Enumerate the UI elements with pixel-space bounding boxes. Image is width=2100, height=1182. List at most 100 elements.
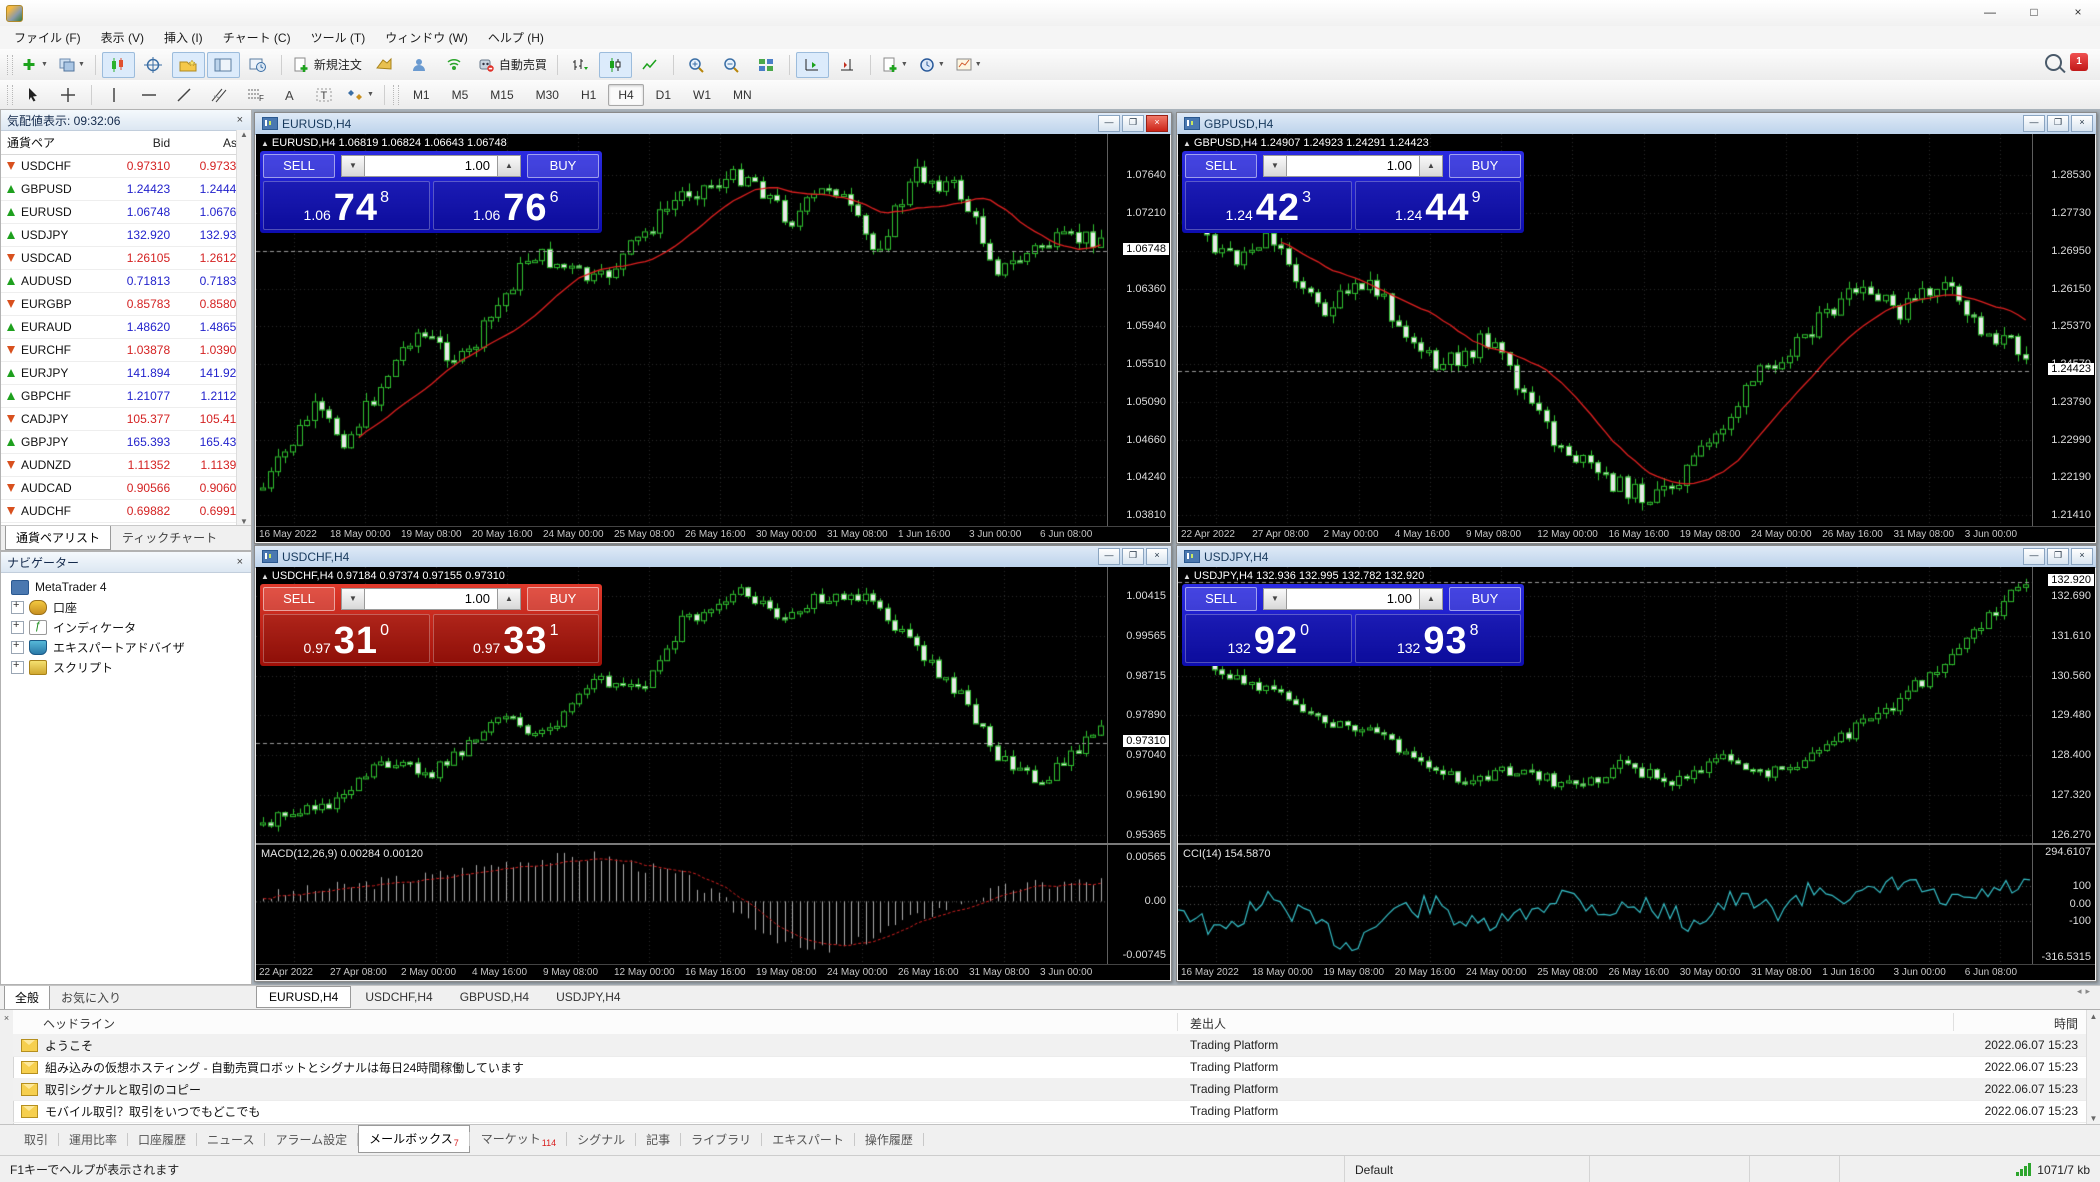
timeframe-m1[interactable]: M1 (403, 84, 440, 106)
buy-price-button[interactable]: 0.97331 (433, 614, 600, 663)
indicator-separator[interactable] (256, 843, 1170, 845)
column-sender[interactable]: 差出人 (1190, 1015, 1226, 1032)
navigator-item-1[interactable]: ƒインディケータ (1, 617, 251, 637)
zoom-in-button[interactable] (680, 52, 713, 78)
volume-input[interactable]: 1.00 (1287, 155, 1419, 177)
channel-tool-button[interactable] (203, 82, 236, 108)
macd-indicator-canvas[interactable] (256, 845, 1108, 965)
vertical-line-tool-button[interactable] (98, 82, 131, 108)
timeframe-m5[interactable]: M5 (442, 84, 479, 106)
menu-item-5[interactable]: ウィンドウ (W) (375, 26, 478, 49)
chart-titlebar[interactable]: USDJPY,H4 — ❐ × (1177, 546, 2096, 568)
templates-button[interactable]: ▼ (951, 52, 986, 78)
menu-item-0[interactable]: ファイル (F) (4, 26, 91, 49)
volume-increase-button[interactable]: ▲ (1419, 588, 1443, 610)
volume-decrease-button[interactable]: ▼ (341, 155, 365, 177)
close-icon[interactable]: × (0, 1010, 13, 1023)
navigator-item-2[interactable]: エキスパートアドバイザ (1, 637, 251, 657)
metaeditor-button[interactable] (368, 52, 401, 78)
terminal-toggle-button[interactable] (207, 52, 240, 78)
market-watch-row[interactable]: AUDCHF0.698820.69916 (1, 500, 251, 523)
collapse-icon[interactable]: ▲ (1183, 572, 1191, 581)
line-chart-mode-button[interactable] (634, 52, 667, 78)
horizontal-line-tool-button[interactable] (133, 82, 166, 108)
chart-tab-2[interactable]: GBPUSD,H4 (447, 986, 542, 1008)
cci-indicator-canvas[interactable] (1178, 845, 2033, 965)
notification-badge[interactable]: 1 (2070, 53, 2088, 71)
market-watch-row[interactable]: AUDUSD0.718130.71834 (1, 270, 251, 293)
mailbox-row[interactable]: ようこそTrading Platform2022.06.07 15:23 (13, 1034, 2086, 1057)
periods-button[interactable]: ▼ (914, 52, 949, 78)
volume-increase-button[interactable]: ▲ (497, 588, 521, 610)
market-watch-row[interactable]: CADJPY105.377105.416 (1, 408, 251, 431)
market-watch-row[interactable]: EURGBP0.857830.85803 (1, 293, 251, 316)
terminal-tab-4[interactable]: アラーム設定 (265, 1127, 357, 1152)
column-time[interactable]: 時間 (2054, 1015, 2078, 1032)
menu-item-1[interactable]: 表示 (V) (91, 26, 154, 49)
chart-close-button[interactable]: × (1146, 548, 1168, 565)
arrows-tool-button[interactable]: ▼ (343, 82, 378, 108)
data-window-button[interactable] (137, 52, 170, 78)
terminal-tab-0[interactable]: 取引 (14, 1127, 58, 1152)
window-maximize-button[interactable]: □ (2012, 0, 2056, 26)
terminal-tab-7[interactable]: シグナル (567, 1127, 635, 1152)
timeframe-m15[interactable]: M15 (480, 84, 523, 106)
window-minimize-button[interactable]: — (1968, 0, 2012, 26)
market-watch-row[interactable]: AUDCAD0.905660.90600 (1, 477, 251, 500)
volume-increase-button[interactable]: ▲ (497, 155, 521, 177)
chart-titlebar[interactable]: EURUSD,H4 — ❐ × (255, 113, 1171, 135)
mailbox-row[interactable]: 組み込みの仮想ホスティング - 自動売買ロボットとシグナルは毎日24時間稼働して… (13, 1056, 2086, 1079)
sell-button[interactable]: SELL (1185, 587, 1257, 611)
timeframe-mn[interactable]: MN (723, 84, 762, 106)
chart-minimize-button[interactable]: — (2023, 548, 2045, 565)
market-watch-tab-0[interactable]: 通貨ペアリスト (5, 526, 111, 550)
terminal-tab-5[interactable]: メールボックス7 (358, 1125, 470, 1153)
tree-expand-icon[interactable] (11, 641, 24, 654)
collapse-icon[interactable]: ▲ (261, 572, 269, 581)
timeframe-h1[interactable]: H1 (571, 84, 606, 106)
market-watch-row[interactable]: EURJPY141.894141.924 (1, 362, 251, 385)
timeframe-w1[interactable]: W1 (683, 84, 721, 106)
terminal-tab-3[interactable]: ニュース (197, 1127, 264, 1152)
market-watch-tab-1[interactable]: ティックチャート (111, 526, 228, 550)
volume-increase-button[interactable]: ▲ (1419, 155, 1443, 177)
market-watch-row[interactable]: EURAUD1.486201.48655 (1, 316, 251, 339)
volume-input[interactable]: 1.00 (365, 155, 497, 177)
navigator-toggle-button[interactable] (172, 52, 205, 78)
market-watch-row[interactable]: USDCAD1.261051.26129 (1, 247, 251, 270)
status-profile[interactable]: Default (1345, 1156, 1590, 1182)
collapse-icon[interactable]: ▲ (261, 139, 269, 148)
bar-chart-mode-button[interactable] (564, 52, 597, 78)
buy-price-button[interactable]: 132938 (1355, 614, 1522, 663)
status-connection[interactable]: 1071/7 kb (2006, 1156, 2100, 1182)
new-order-button[interactable]: 新規注文 (288, 52, 366, 78)
close-icon[interactable]: × (235, 114, 245, 126)
chart-tabs-scroll-icons[interactable]: ◂▸ (2077, 986, 2100, 997)
sell-button[interactable]: SELL (263, 154, 335, 178)
chart-minimize-button[interactable]: — (2023, 115, 2045, 132)
timeframe-d1[interactable]: D1 (646, 84, 681, 106)
chart-titlebar[interactable]: GBPUSD,H4 — ❐ × (1177, 113, 2096, 135)
chart-close-button[interactable]: × (2071, 548, 2093, 565)
trendline-tool-button[interactable] (168, 82, 201, 108)
market-watch-row[interactable]: AUDNZD1.113521.11397 (1, 454, 251, 477)
sell-price-button[interactable]: 132920 (1185, 614, 1352, 663)
window-close-button[interactable]: × (2056, 0, 2100, 26)
sell-price-button[interactable]: 0.97310 (263, 614, 430, 663)
tile-windows-button[interactable] (750, 52, 783, 78)
chart-restore-button[interactable]: ❐ (2047, 115, 2069, 132)
terminal-tab-8[interactable]: 記事 (636, 1127, 680, 1152)
mailbox-row[interactable]: モバイル取引？取引をいつでもどこでもTrading Platform2022.0… (13, 1100, 2086, 1123)
chart-minimize-button[interactable]: — (1098, 548, 1120, 565)
indicator-separator[interactable] (1178, 843, 2095, 845)
autoscroll-button[interactable] (796, 52, 829, 78)
collapse-icon[interactable]: ▲ (1183, 139, 1191, 148)
column-bid[interactable]: Bid (105, 136, 178, 150)
terminal-tab-2[interactable]: 口座履歴 (128, 1127, 196, 1152)
fibonacci-tool-button[interactable]: F (238, 82, 271, 108)
tree-expand-icon[interactable] (11, 661, 24, 674)
market-watch-scrollbar[interactable]: ▲▼ (236, 130, 251, 526)
crosshair-tool-button[interactable] (52, 82, 85, 108)
menu-item-2[interactable]: 挿入 (I) (154, 26, 213, 49)
chart-tab-3[interactable]: USDJPY,H4 (543, 986, 633, 1008)
